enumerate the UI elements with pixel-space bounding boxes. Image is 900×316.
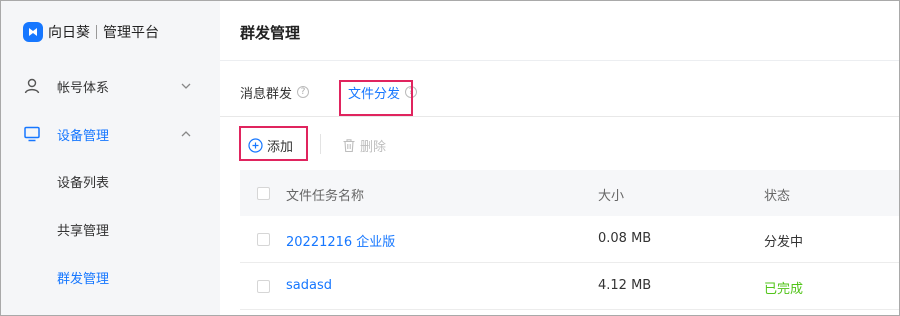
tab-message-broadcast[interactable]: 消息群发 ? — [240, 81, 310, 103]
column-header-name: 文件任务名称 — [286, 189, 365, 204]
trash-icon — [343, 138, 355, 152]
highlight-box-add — [239, 126, 308, 161]
toolbar — [220, 118, 899, 170]
chevron-down-icon — [181, 83, 191, 89]
tab-label: 消息群发 — [240, 86, 293, 102]
tab-bar: 消息群发 ? 文件分发 ? — [220, 61, 899, 117]
page-header: 群发管理 — [220, 1, 899, 61]
sidebar-subitem-label: 共享管理 — [57, 224, 110, 239]
select-all-checkbox[interactable] — [257, 187, 270, 200]
sidebar-item-label: 帐号体系 — [57, 80, 110, 96]
sidebar: 向日葵 管理平台 帐号体系 设备管理 设备列表 共享管理 群发管理 — [1, 1, 220, 315]
chevron-up-icon — [181, 131, 191, 137]
delete-button-label: 删除 — [360, 139, 387, 155]
page-title: 群发管理 — [240, 24, 301, 42]
task-size: 0.08 MB — [598, 231, 652, 246]
sidebar-subitem-share-management[interactable]: 共享管理 — [1, 212, 220, 246]
task-status: 已完成 — [764, 282, 804, 297]
toolbar-divider — [320, 134, 321, 154]
sidebar-subitem-device-list[interactable]: 设备列表 — [1, 164, 220, 198]
highlight-box-tab — [339, 80, 413, 116]
delete-button[interactable]: 删除 — [342, 135, 386, 155]
table-row[interactable]: 20221216 企业版 0.08 MB 分发中 — [240, 216, 899, 263]
task-size: 4.12 MB — [598, 278, 652, 293]
sidebar-item-accounts[interactable]: 帐号体系 — [1, 68, 220, 104]
brand-logo[interactable]: 向日葵 管理平台 — [23, 21, 159, 43]
column-header-status: 状态 — [764, 189, 791, 204]
column-header-size: 大小 — [598, 189, 625, 204]
brand-divider — [96, 25, 97, 39]
task-status: 分发中 — [764, 235, 804, 250]
sidebar-item-label: 设备管理 — [57, 128, 110, 144]
monitor-icon — [24, 126, 40, 142]
table-header: 文件任务名称 大小 状态 — [240, 170, 899, 216]
user-icon — [24, 78, 40, 94]
row-checkbox[interactable] — [257, 233, 270, 246]
brand-name: 向日葵 — [48, 25, 90, 41]
task-name-link[interactable]: 20221216 企业版 — [286, 231, 395, 250]
sidebar-item-devices[interactable]: 设备管理 — [1, 116, 220, 152]
task-name-link[interactable]: sadasd — [286, 278, 332, 293]
sidebar-subitem-label: 群发管理 — [57, 272, 110, 287]
sidebar-subitem-mass-send[interactable]: 群发管理 — [1, 260, 220, 294]
help-icon[interactable]: ? — [297, 86, 310, 98]
row-checkbox[interactable] — [257, 280, 270, 293]
sunflower-logo-icon — [23, 22, 43, 42]
sidebar-subitem-label: 设备列表 — [57, 176, 110, 191]
table-row[interactable]: sadasd 4.12 MB 已完成 — [240, 263, 899, 310]
brand-subtitle: 管理平台 — [103, 25, 159, 41]
